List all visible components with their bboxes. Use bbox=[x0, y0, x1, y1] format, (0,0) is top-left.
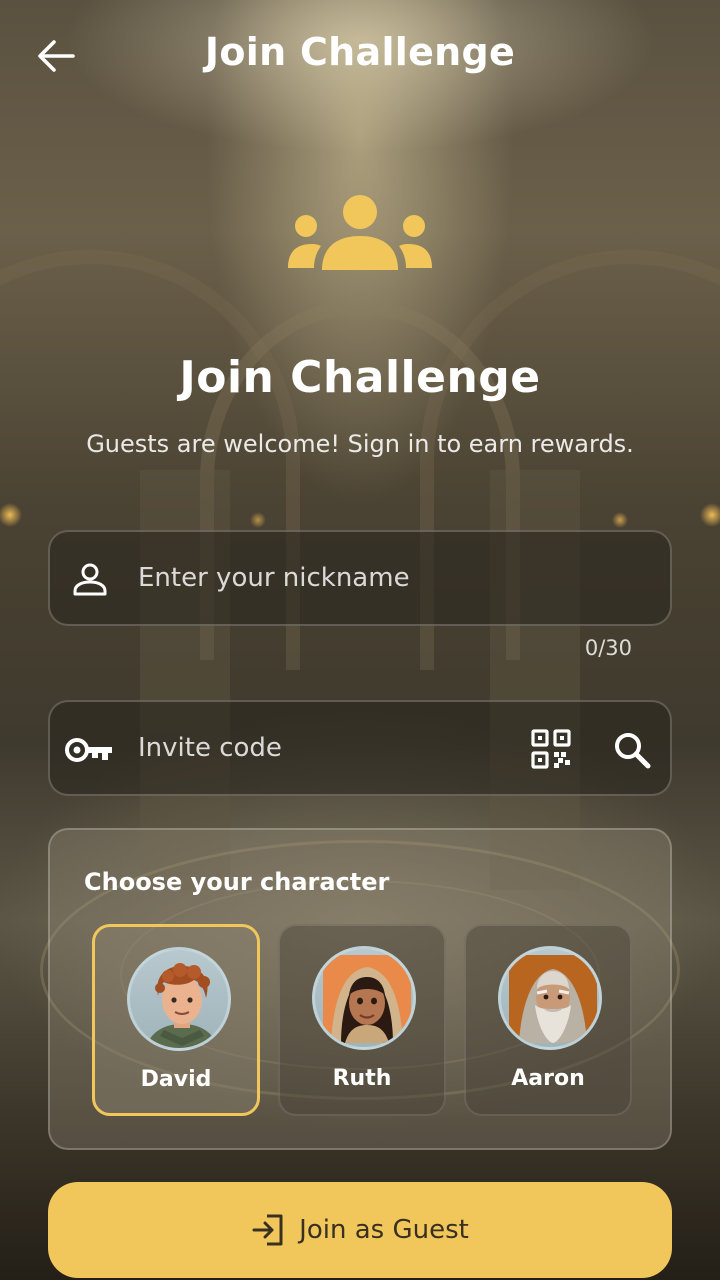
hero-subtitle: Guests are welcome! Sign in to earn rewa… bbox=[86, 430, 634, 458]
nickname-field[interactable] bbox=[48, 530, 672, 626]
search-icon[interactable] bbox=[612, 730, 652, 770]
join-button-label: Join as Guest bbox=[299, 1215, 469, 1245]
hero-title: Join Challenge bbox=[179, 352, 541, 403]
character-name: David bbox=[140, 1067, 212, 1092]
character-panel-title: Choose your character bbox=[84, 868, 390, 896]
key-icon bbox=[65, 738, 112, 762]
app-header: Join Challenge bbox=[0, 0, 720, 112]
group-icon bbox=[288, 195, 432, 270]
qr-code-icon[interactable] bbox=[530, 728, 572, 770]
invite-code-field[interactable] bbox=[48, 700, 672, 796]
avatar bbox=[312, 946, 416, 1050]
avatar bbox=[127, 947, 231, 1051]
login-icon bbox=[252, 1214, 283, 1246]
person-icon bbox=[73, 563, 107, 596]
character-panel: Choose your character David Ruth Aaron bbox=[48, 828, 672, 1150]
invite-code-input[interactable] bbox=[138, 702, 518, 794]
nickname-input[interactable] bbox=[138, 532, 518, 624]
character-card-aaron[interactable]: Aaron bbox=[464, 924, 632, 1116]
header-title: Join Challenge bbox=[204, 30, 516, 74]
character-name: Ruth bbox=[332, 1066, 392, 1091]
nickname-char-counter: 0/30 bbox=[584, 636, 632, 660]
character-card-david[interactable]: David bbox=[92, 924, 260, 1116]
join-as-guest-button[interactable]: Join as Guest bbox=[48, 1182, 672, 1278]
avatar bbox=[498, 946, 602, 1050]
character-name: Aaron bbox=[511, 1066, 585, 1091]
character-card-ruth[interactable]: Ruth bbox=[278, 924, 446, 1116]
